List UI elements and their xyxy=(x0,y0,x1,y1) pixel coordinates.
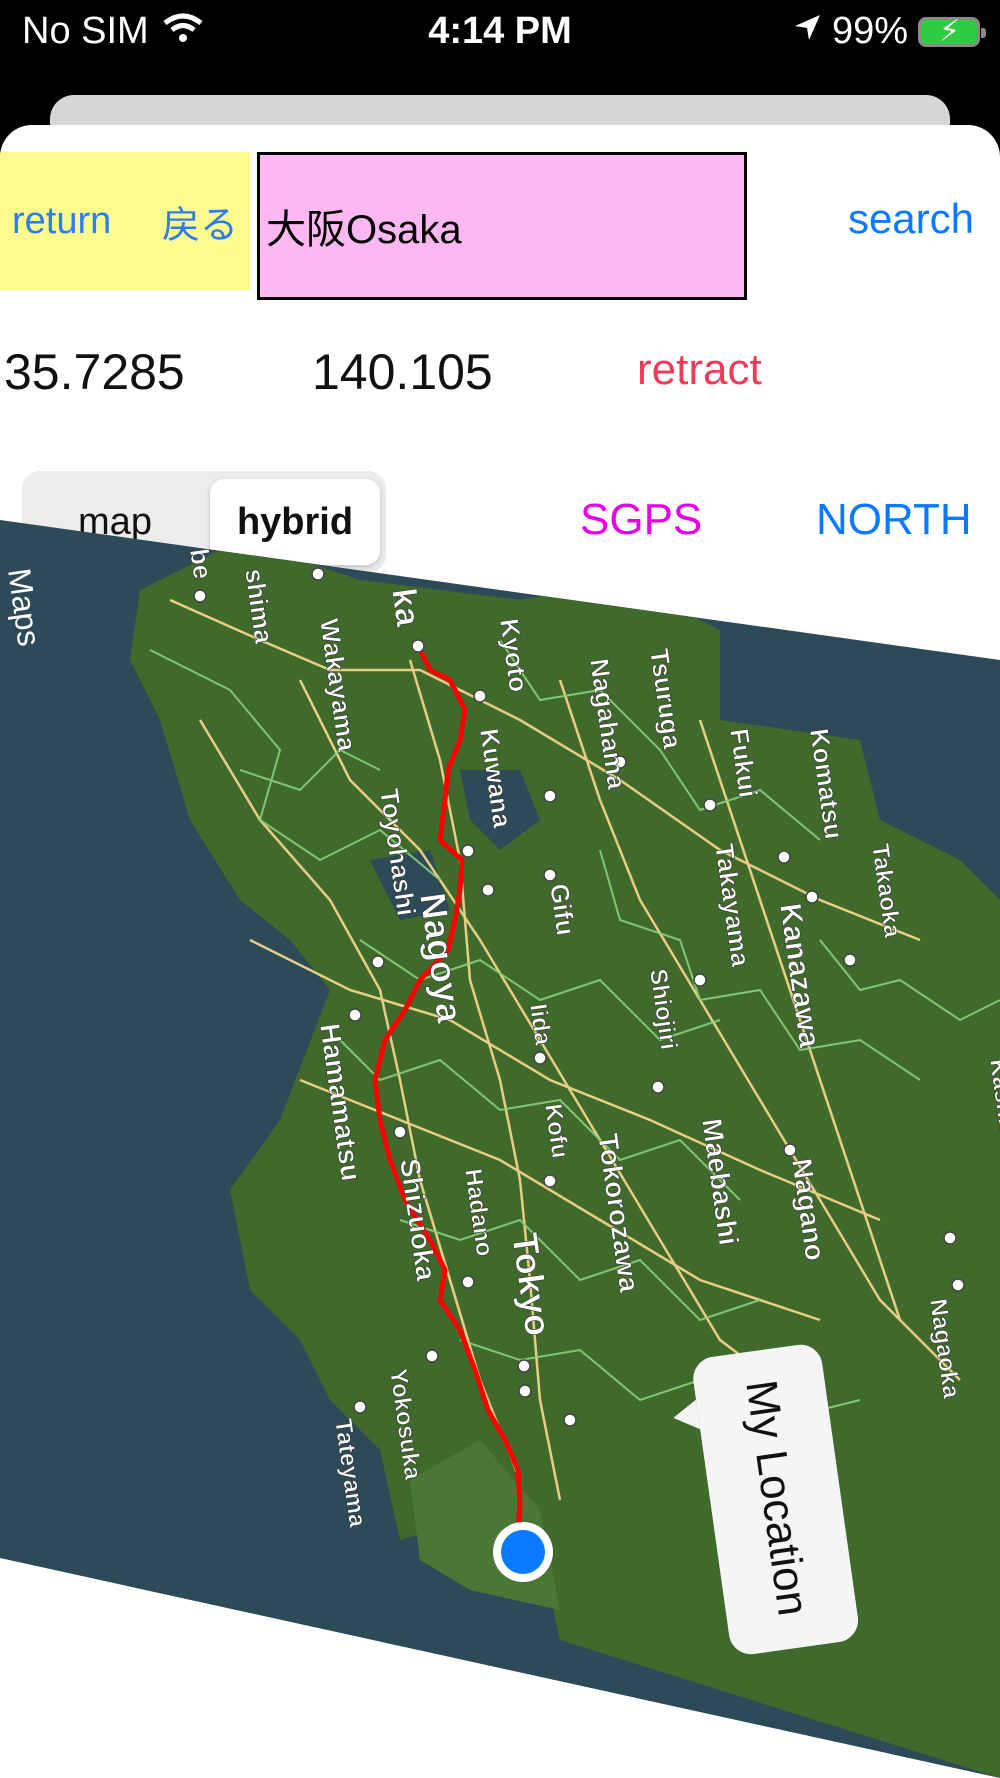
map-view[interactable]: Kyoto Nagahama Tsuruga Wakayama Kuwana F… xyxy=(0,520,1000,1778)
status-right-group: 99% ⚡ xyxy=(792,10,986,53)
location-arrow-icon xyxy=(792,10,822,53)
battery-charging-icon: ⚡ xyxy=(918,15,986,48)
return-button[interactable]: return 戻る xyxy=(0,152,250,290)
return-label-jp: 戻る xyxy=(161,204,238,247)
search-button[interactable]: search xyxy=(848,195,974,243)
map-label-be: be xyxy=(184,547,218,581)
map-label-ka: ka xyxy=(384,586,427,630)
latitude-value: 35.7285 xyxy=(4,344,185,400)
user-location-dot[interactable] xyxy=(493,1522,553,1582)
return-label: return xyxy=(12,199,112,242)
battery-percent: 99% xyxy=(831,10,908,52)
longitude-value: 140.105 xyxy=(312,344,493,400)
retract-button[interactable]: retract xyxy=(637,345,762,395)
status-bar: No SIM 4:14 PM 99% ⚡ xyxy=(0,0,1000,110)
main-sheet: return 戻る 大阪Osaka search 35.7285 140.105… xyxy=(0,125,1000,1778)
search-input[interactable]: 大阪Osaka xyxy=(257,152,747,300)
